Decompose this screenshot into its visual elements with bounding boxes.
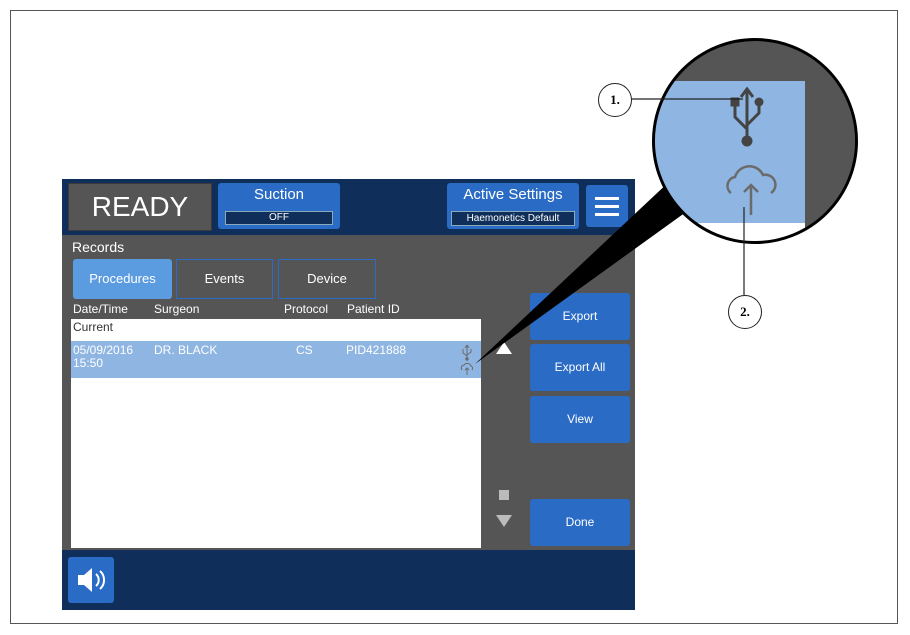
callout-leaders [630, 98, 745, 295]
callout-badge-1: 1. [598, 83, 632, 117]
callout-badge-2: 2. [728, 295, 762, 329]
